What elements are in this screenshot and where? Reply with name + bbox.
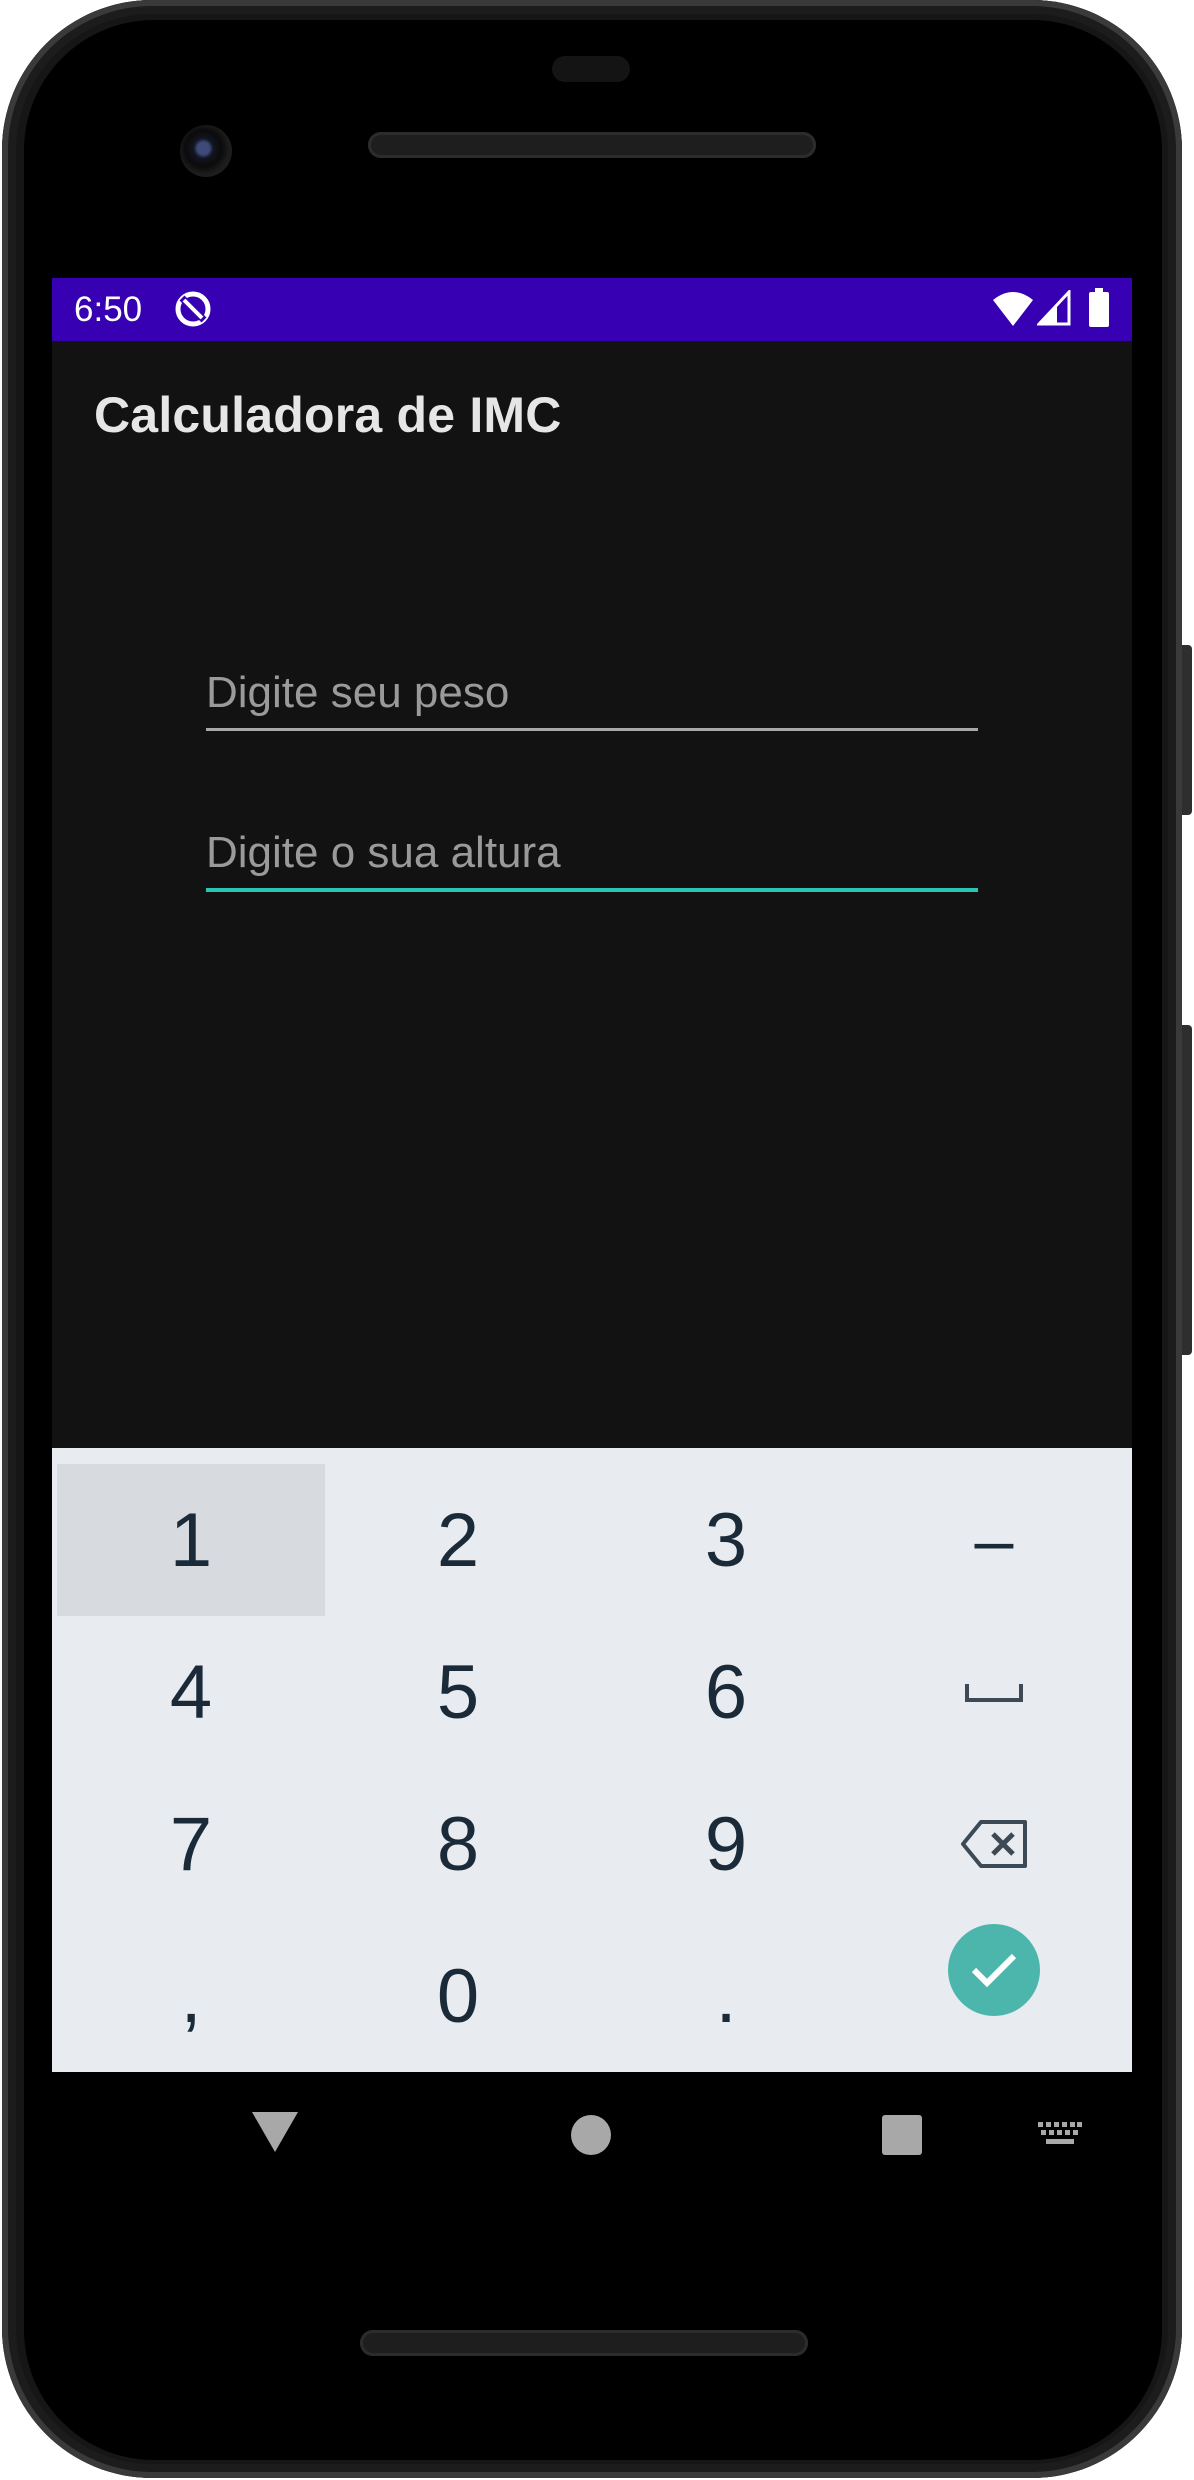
screen: 6:50 Calculadora de IMC 1 2 3 – 4 5 6 bbox=[52, 278, 1132, 2072]
key-8[interactable]: 8 bbox=[324, 1768, 592, 1920]
height-field[interactable] bbox=[206, 818, 978, 892]
sync-icon bbox=[175, 291, 211, 327]
back-icon[interactable] bbox=[252, 2112, 298, 2152]
key-3[interactable]: 3 bbox=[592, 1464, 860, 1616]
checkmark-icon bbox=[971, 1953, 1017, 1988]
key-9[interactable]: 9 bbox=[592, 1768, 860, 1920]
earpiece-speaker bbox=[368, 132, 816, 158]
key-minus[interactable]: – bbox=[860, 1464, 1128, 1616]
weight-input[interactable] bbox=[206, 658, 978, 728]
app-title: Calculadora de IMC bbox=[94, 387, 562, 443]
status-bar: 6:50 bbox=[52, 278, 1132, 341]
key-space[interactable] bbox=[860, 1616, 1128, 1768]
space-icon bbox=[965, 1684, 1023, 1702]
keyboard-switch-icon[interactable] bbox=[1038, 2122, 1082, 2150]
key-4[interactable]: 4 bbox=[57, 1616, 325, 1768]
numeric-keyboard: 1 2 3 – 4 5 6 7 8 9 , 0 . bbox=[52, 1448, 1132, 2072]
key-2[interactable]: 2 bbox=[324, 1464, 592, 1616]
key-7[interactable]: 7 bbox=[57, 1768, 325, 1920]
volume-button bbox=[1182, 1025, 1192, 1355]
bottom-speaker bbox=[360, 2330, 808, 2356]
backspace-icon bbox=[961, 1820, 1027, 1868]
key-0[interactable]: 0 bbox=[324, 1920, 592, 2072]
key-period[interactable]: . bbox=[592, 1920, 860, 2072]
home-icon[interactable] bbox=[571, 2115, 611, 2155]
recents-icon[interactable] bbox=[882, 2115, 922, 2155]
done-button[interactable] bbox=[948, 1924, 1040, 2016]
battery-icon bbox=[1089, 288, 1109, 327]
key-comma[interactable]: , bbox=[57, 1920, 325, 2072]
proximity-sensor bbox=[552, 56, 630, 82]
height-input[interactable] bbox=[206, 818, 978, 888]
status-time: 6:50 bbox=[74, 290, 143, 329]
key-5[interactable]: 5 bbox=[324, 1616, 592, 1768]
power-button bbox=[1182, 645, 1192, 815]
key-done[interactable] bbox=[860, 1894, 1128, 2046]
cell-signal-icon bbox=[1037, 290, 1071, 326]
key-1[interactable]: 1 bbox=[57, 1464, 325, 1616]
front-camera bbox=[180, 125, 232, 177]
key-6[interactable]: 6 bbox=[592, 1616, 860, 1768]
weight-field[interactable] bbox=[206, 658, 978, 731]
wifi-icon bbox=[993, 292, 1033, 326]
